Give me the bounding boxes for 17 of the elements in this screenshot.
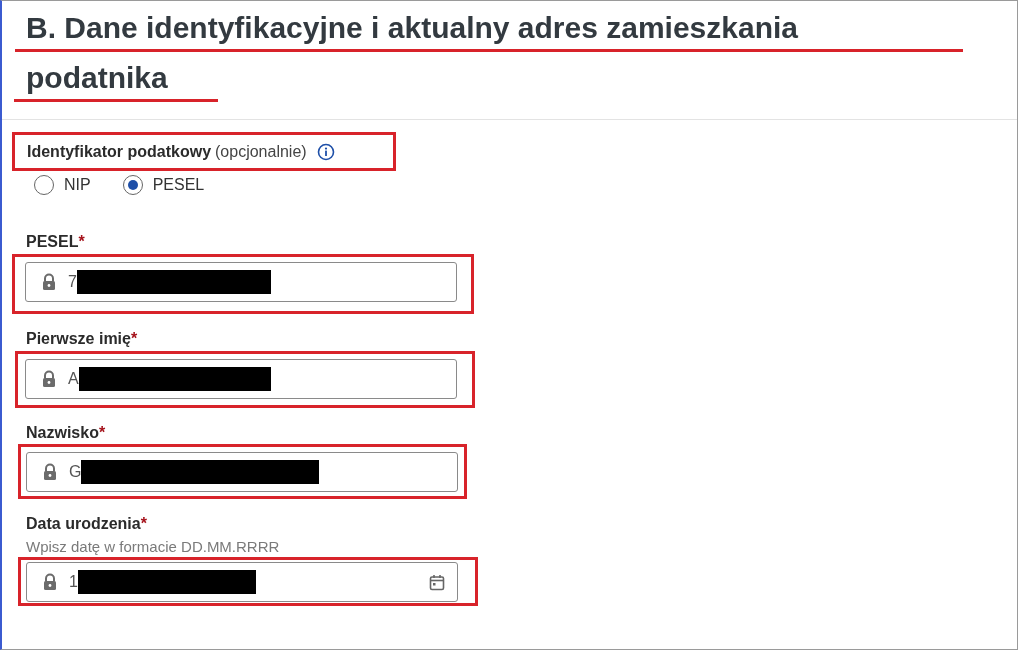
- input-field[interactable]: G: [26, 452, 458, 492]
- radio-option[interactable]: NIP: [34, 175, 91, 195]
- input-field[interactable]: A: [25, 359, 457, 399]
- radio-option[interactable]: PESEL: [122, 175, 205, 195]
- optional-note: (opcjonalnie): [215, 143, 307, 161]
- section-title: podatnika: [25, 60, 169, 96]
- input-field[interactable]: 7: [25, 262, 457, 302]
- calendar-icon[interactable]: [429, 573, 445, 591]
- input-field[interactable]: 1: [26, 562, 458, 602]
- field-label: Pierwsze imię*: [26, 329, 139, 349]
- field-label: Data urodzenia*: [26, 514, 148, 534]
- section-title: B. Dane identyfikacyjne i aktualny adres zamieszkania: [25, 10, 799, 46]
- field-label: PESEL*: [26, 232, 86, 252]
- info-icon[interactable]: [316, 143, 335, 161]
- hint-text: Wpisz datę w formacie DD.MM.RRRR: [26, 538, 281, 555]
- field-label: Identyfikator podatkowy: [27, 143, 212, 161]
- field-label: Nazwisko*: [26, 423, 107, 443]
